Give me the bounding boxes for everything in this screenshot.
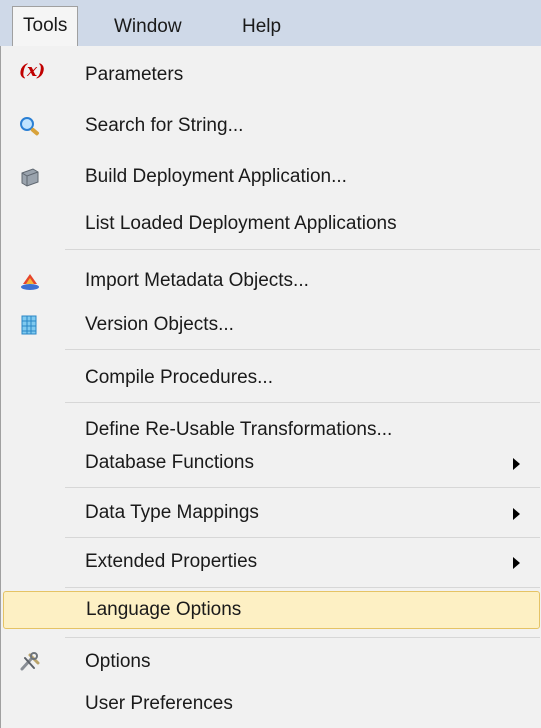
menu-item-search-for-string[interactable]: Search for String... (1, 108, 541, 144)
menu-item-label: Compile Procedures... (85, 367, 273, 388)
menu-separator (65, 402, 540, 403)
menu-separator (65, 637, 540, 638)
menu-tools[interactable]: Tools (12, 6, 79, 47)
menu-separator (65, 249, 540, 250)
parameters-icon: (x) (19, 61, 46, 81)
menu-separator (65, 487, 540, 488)
menu-separator (65, 587, 540, 588)
submenu-arrow-icon (513, 458, 520, 470)
menu-item-label: Parameters (85, 64, 184, 85)
menu-item-list-loaded-deployment-applications[interactable]: List Loaded Deployment Applications (1, 206, 541, 242)
menu-item-database-functions[interactable]: Database Functions (1, 445, 541, 481)
submenu-arrow-icon (513, 508, 520, 520)
menu-item-label: Search for String... (85, 115, 244, 136)
tools-dropdown-menu: (x) Parameters Search for String... Buil… (0, 46, 541, 728)
menu-item-language-options[interactable]: Language Options (3, 591, 540, 629)
menu-item-parameters[interactable]: (x) Parameters (1, 57, 541, 93)
menu-item-label: Import Metadata Objects... (85, 270, 309, 291)
menu-item-compile-procedures[interactable]: Compile Procedures... (1, 360, 541, 396)
menu-item-label: Extended Properties (85, 551, 258, 572)
menu-item-label: List Loaded Deployment Applications (85, 213, 397, 234)
magnifier-icon (19, 116, 41, 136)
deployment-icon (19, 167, 41, 187)
menu-item-label: Language Options (86, 599, 242, 620)
menu-item-label: Database Functions (85, 452, 254, 473)
menu-item-label: Version Objects... (85, 314, 234, 335)
menu-item-data-type-mappings[interactable]: Data Type Mappings (1, 495, 541, 531)
menu-item-import-metadata-objects[interactable]: Import Metadata Objects... (1, 263, 541, 299)
menu-item-user-preferences[interactable]: User Preferences (1, 686, 541, 722)
menu-item-label: Build Deployment Application... (85, 166, 347, 187)
grid-icon (19, 315, 41, 335)
menu-item-label: Options (85, 651, 151, 672)
menu-separator (65, 349, 540, 350)
menu-item-label: Data Type Mappings (85, 502, 259, 523)
menu-item-extended-properties[interactable]: Extended Properties (1, 544, 541, 580)
menu-window[interactable]: Window (104, 8, 192, 46)
menu-item-options[interactable]: Options (1, 644, 541, 680)
import-icon (19, 271, 41, 291)
menu-help[interactable]: Help (232, 8, 291, 46)
menu-item-version-objects[interactable]: Version Objects... (1, 307, 541, 343)
tools-icon (19, 652, 41, 672)
submenu-arrow-icon (513, 557, 520, 569)
menu-item-define-reusable-transformations[interactable]: Define Re-Usable Transformations... (1, 412, 541, 448)
menu-separator (65, 537, 540, 538)
menu-item-build-deployment-application[interactable]: Build Deployment Application... (1, 159, 541, 195)
menu-item-label: User Preferences (85, 693, 233, 714)
menu-item-label: Define Re-Usable Transformations... (85, 419, 393, 440)
menu-bar: Tools Window Help (0, 0, 541, 47)
